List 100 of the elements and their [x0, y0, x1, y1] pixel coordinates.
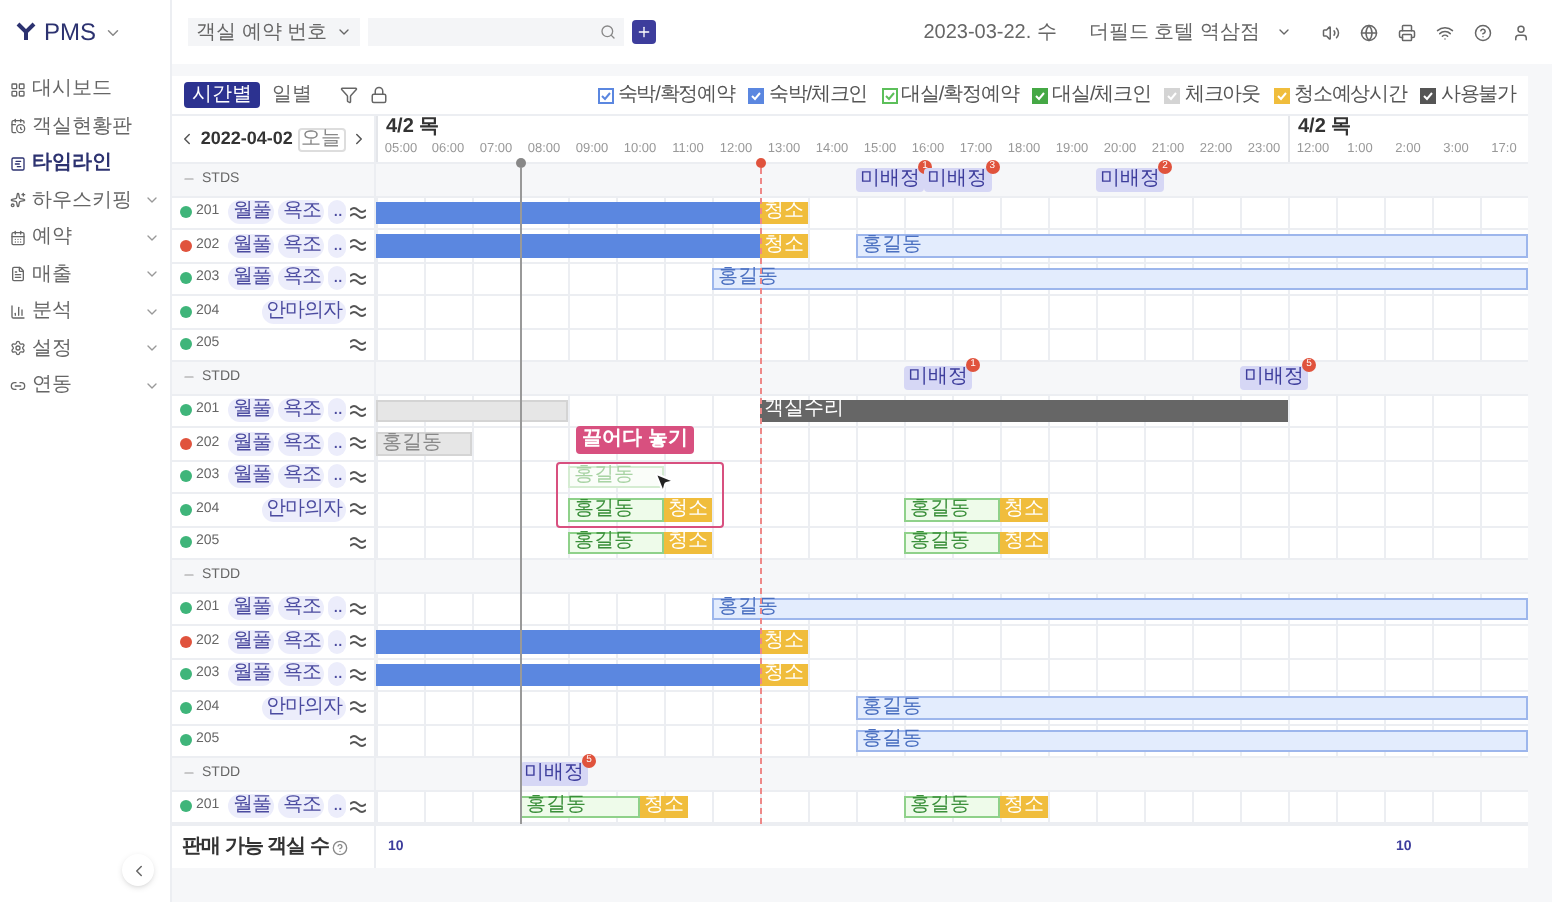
chart-icon — [10, 155, 26, 172]
amenity-tag: .. — [328, 233, 346, 258]
legend-label: 사용불가 — [1440, 85, 1516, 105]
drag-hint-label: 끌어다 놓기 — [576, 425, 694, 453]
sparkle-icon — [10, 192, 26, 209]
reservation-bar[interactable] — [376, 201, 760, 224]
amenity-tag: .. — [328, 629, 346, 654]
amenity-tag: 안마의자 — [262, 299, 346, 324]
amenity-tag: 월풀 — [228, 200, 275, 225]
wifi-icon[interactable] — [1436, 23, 1454, 41]
reservation-bar[interactable]: 홍길동 — [856, 234, 1528, 257]
legend-label: 숙박/확정예약 — [617, 85, 735, 105]
chevron-icon — [335, 24, 352, 40]
amenity-tag: 욕조 — [278, 266, 325, 291]
amenity-tag: 월풀 — [228, 398, 275, 423]
search-type-dropdown[interactable]: 객실 예약 번호 — [188, 18, 360, 46]
bar-chart-icon — [10, 303, 26, 320]
amenity-tag: .. — [328, 662, 346, 687]
cursor-icon — [652, 469, 676, 493]
current-day: 2022-04-02 — [200, 125, 293, 153]
reservation-bar[interactable]: 홍길동 — [904, 498, 1000, 521]
legend-label: 숙박/체크인 — [768, 85, 868, 105]
add-button[interactable] — [631, 20, 656, 44]
amenity-tag: 욕조 — [278, 662, 325, 687]
date-label: 4/2 목 — [386, 118, 440, 138]
lock-icon[interactable] — [370, 86, 388, 104]
legend-label: 청소예상시간 — [1293, 85, 1407, 105]
view-tab[interactable]: 시간별 — [184, 82, 260, 108]
checkout-bar[interactable]: 홍길동 — [376, 432, 472, 455]
today-button[interactable]: 오늘 — [297, 127, 346, 151]
sidebar-item[interactable]: 대시보드 — [0, 72, 170, 107]
reservation-bar[interactable]: 홍길동 — [904, 795, 1000, 818]
reservation-bar[interactable] — [376, 663, 760, 686]
checkout-bar[interactable] — [376, 399, 568, 422]
sidebar-item[interactable]: 매출 — [0, 257, 170, 292]
reservation-bar[interactable]: 홍길동 — [856, 696, 1528, 719]
footer-label: 판매 가능 객실 수 — [182, 834, 329, 862]
legend-label: 대실/확정예약 — [901, 85, 1019, 105]
user-icon[interactable] — [1512, 23, 1530, 41]
blocked-bar[interactable]: 객실수리 — [760, 399, 1288, 422]
amenity-tag: 월풀 — [228, 233, 275, 258]
amenity-tag: .. — [328, 200, 346, 225]
amenity-tag: 욕조 — [278, 431, 325, 456]
document-icon — [10, 266, 26, 283]
reservation-bar[interactable]: 홍길동 — [568, 531, 664, 554]
amenity-tag: 욕조 — [278, 398, 325, 423]
calendar-icon — [10, 229, 26, 246]
reservation-bar[interactable]: 홍길동 — [856, 729, 1528, 752]
amenity-tag: 월풀 — [228, 794, 275, 819]
legend-label: 체크아웃 — [1184, 85, 1260, 105]
plus-icon — [635, 24, 652, 40]
amenity-tag: 월풀 — [228, 629, 275, 654]
legend-label: 대실/체크인 — [1052, 85, 1151, 105]
previous-day-icon[interactable] — [178, 130, 196, 148]
logo-icon — [16, 22, 36, 42]
printer-icon[interactable] — [1398, 23, 1416, 41]
settings-icon — [10, 340, 26, 357]
reservation-bar[interactable]: 홍길동 — [712, 597, 1528, 620]
sidebar-item[interactable]: 타임라인 — [0, 146, 170, 181]
search-field[interactable] — [367, 18, 624, 46]
amenity-tag: 욕조 — [278, 464, 325, 489]
sidebar-item[interactable]: 하우스키핑 — [0, 183, 170, 218]
amenity-tag: 욕조 — [278, 200, 325, 225]
amenity-tag: .. — [328, 398, 346, 423]
help-icon[interactable] — [1474, 23, 1492, 41]
reservation-bar[interactable]: 홍길동 — [904, 531, 1000, 554]
sidebar-item[interactable]: 객실현황판 — [0, 109, 170, 144]
filter-icon[interactable] — [340, 86, 358, 104]
sidebar-item[interactable]: 연동 — [0, 368, 170, 403]
reservation-bar[interactable]: 홍길동 — [520, 795, 640, 818]
help-icon[interactable] — [332, 839, 349, 855]
current-date: 2023-03-22. 수 — [923, 19, 1057, 47]
grid-icon — [10, 81, 26, 98]
sidebar-item[interactable]: 설정 — [0, 331, 170, 366]
search-icon — [599, 24, 616, 40]
amenity-tag: 욕조 — [278, 629, 325, 654]
sidebar-item[interactable]: 예약 — [0, 220, 170, 255]
amenity-tag: 월풀 — [228, 596, 275, 621]
calendar-icon — [10, 118, 26, 135]
amenity-tag: 욕조 — [278, 794, 325, 819]
amenity-tag: 욕조 — [278, 596, 325, 621]
reservation-bar[interactable]: 홍길동 — [568, 498, 664, 521]
amenity-tag: .. — [328, 431, 346, 456]
link-icon — [10, 377, 26, 394]
amenity-tag: .. — [328, 464, 346, 489]
speaker-icon[interactable] — [1322, 23, 1340, 41]
chevron-icon — [1276, 24, 1292, 40]
reservation-bar[interactable]: 홍길동 — [712, 267, 1528, 290]
amenity-tag: 월풀 — [228, 266, 275, 291]
amenity-tag: 월풀 — [228, 431, 275, 456]
amenity-tag: .. — [328, 596, 346, 621]
amenity-tag: 안마의자 — [262, 497, 346, 522]
sidebar-item[interactable]: 분석 — [0, 294, 170, 329]
amenity-tag: 안마의자 — [262, 695, 346, 720]
hotel-dropdown[interactable]: 더필드 호텔 역삼점 — [1088, 17, 1292, 47]
amenity-tag: 월풀 — [228, 662, 275, 687]
amenity-tag: .. — [328, 266, 346, 291]
amenity-tag: .. — [328, 794, 346, 819]
globe-icon[interactable] — [1360, 23, 1378, 41]
date-label: 4/2 목 — [1298, 118, 1352, 138]
